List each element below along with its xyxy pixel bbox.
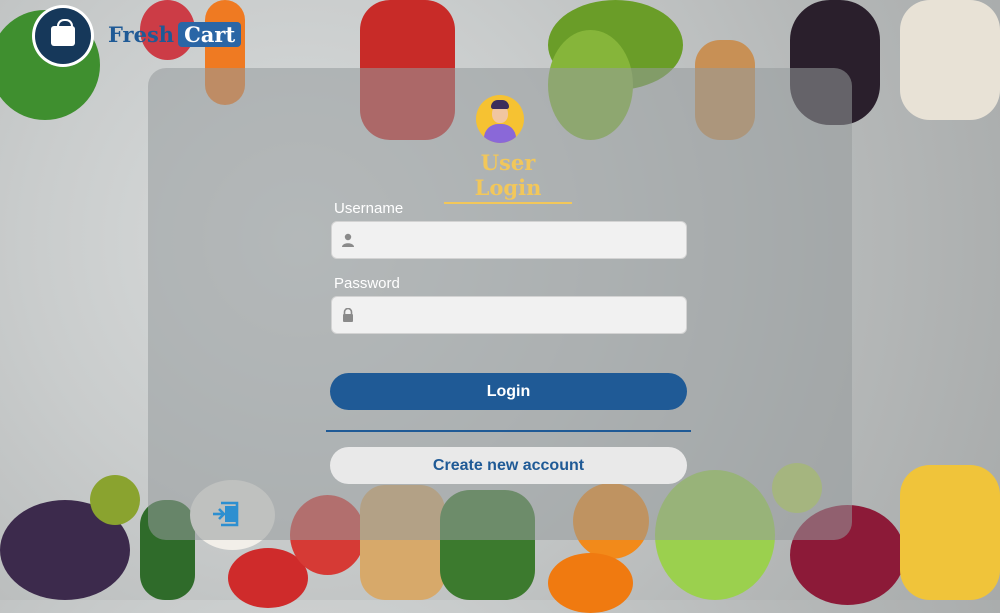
mushrooms-decoration bbox=[900, 0, 1000, 120]
username-input[interactable] bbox=[362, 222, 684, 260]
logo[interactable] bbox=[32, 5, 94, 67]
user-avatar-icon bbox=[476, 95, 524, 143]
brand-name-cart: Cart bbox=[178, 22, 242, 47]
exit-icon[interactable] bbox=[211, 500, 241, 528]
avatar-hair bbox=[491, 100, 509, 109]
kiwi-decoration bbox=[90, 475, 140, 525]
logo-badge bbox=[35, 8, 91, 64]
bananas-decoration bbox=[900, 465, 1000, 600]
username-label: Username bbox=[334, 200, 404, 217]
page-title: User Login bbox=[444, 150, 572, 204]
password-field[interactable] bbox=[331, 296, 687, 335]
password-label: Password bbox=[334, 275, 400, 292]
username-field[interactable] bbox=[331, 221, 687, 260]
user-icon bbox=[342, 233, 354, 247]
create-account-button[interactable]: Create new account bbox=[330, 447, 687, 484]
password-input[interactable] bbox=[362, 297, 684, 335]
avatar-body bbox=[484, 124, 516, 143]
brand-name[interactable]: Fresh Cart bbox=[108, 22, 242, 47]
lock-icon bbox=[343, 308, 353, 322]
brand-name-fresh: Fresh bbox=[108, 22, 175, 47]
divider bbox=[326, 430, 691, 432]
shopping-bag-icon bbox=[51, 19, 75, 46]
login-button[interactable]: Login bbox=[330, 373, 687, 410]
orange-decoration bbox=[548, 553, 633, 613]
